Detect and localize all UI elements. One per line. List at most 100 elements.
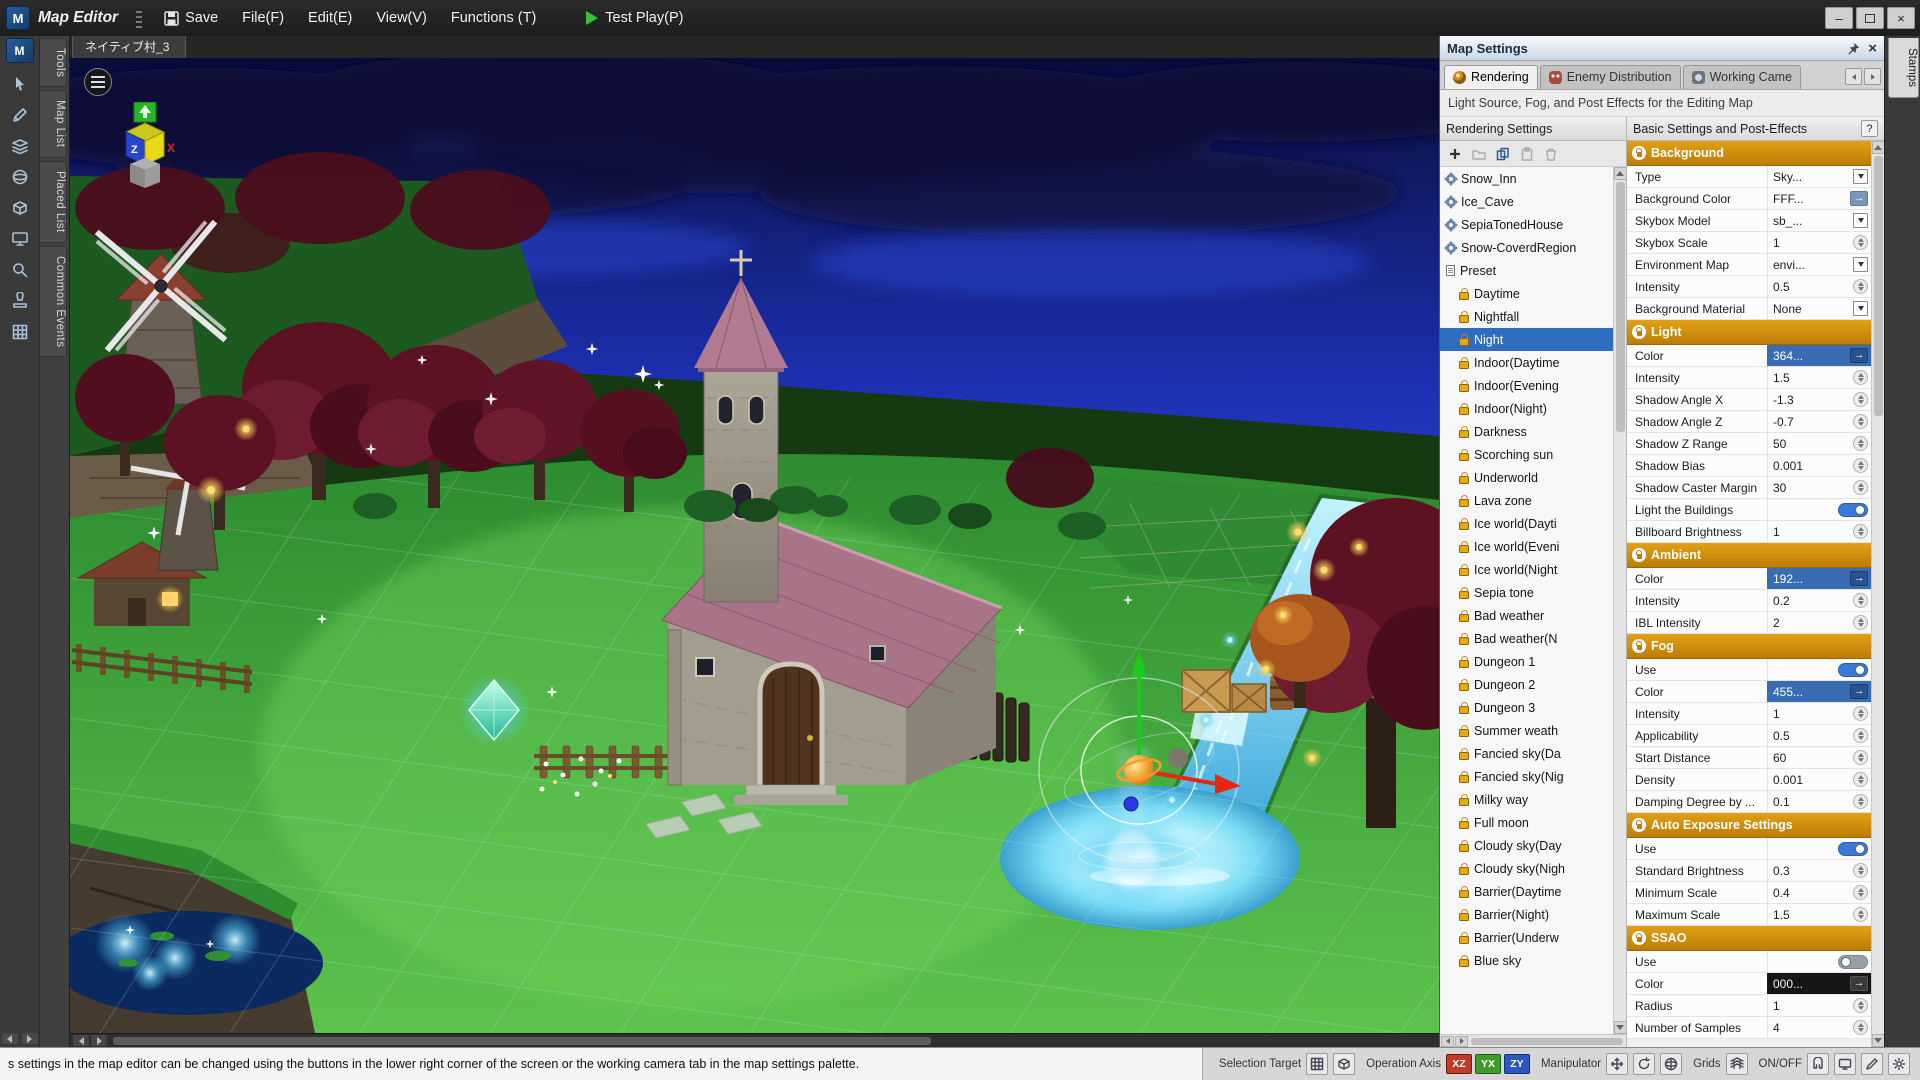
close-button[interactable]: × <box>1887 7 1915 29</box>
grid-row[interactable]: Type Sky... <box>1627 166 1871 188</box>
stepper-icon[interactable] <box>1853 1020 1868 1035</box>
property-value[interactable]: 0.5 <box>1767 276 1871 297</box>
list-item[interactable]: Ice world(Dayti <box>1440 512 1613 535</box>
color-picker-arrow-icon[interactable] <box>1850 571 1868 586</box>
color-picker-arrow-icon[interactable] <box>1850 976 1868 991</box>
toggle-switch[interactable] <box>1838 662 1868 677</box>
grid-row[interactable]: Intensity 0.2 <box>1627 590 1871 612</box>
list-item[interactable]: Daytime <box>1440 282 1613 305</box>
dropdown-icon[interactable] <box>1853 213 1868 228</box>
stepper-icon[interactable] <box>1853 615 1868 630</box>
grid-row[interactable]: Damping Degree by ... 0.1 <box>1627 791 1871 813</box>
property-value[interactable] <box>1767 499 1871 520</box>
property-value[interactable]: 0.3 <box>1767 860 1871 881</box>
grid-row[interactable]: Background <box>1627 141 1871 166</box>
paint-icon[interactable] <box>1861 1053 1883 1075</box>
side-tab[interactable]: Map List <box>40 90 67 158</box>
list-item[interactable]: Dungeon 2 <box>1440 673 1613 696</box>
layers-tool-icon[interactable] <box>4 131 36 160</box>
stepper-icon[interactable] <box>1853 728 1868 743</box>
property-value[interactable]: 1 <box>1767 995 1871 1016</box>
side-tab[interactable]: Common Events <box>40 245 67 358</box>
list-item[interactable]: Preset <box>1440 259 1613 282</box>
viewport-hscrollbar[interactable] <box>70 1033 1439 1047</box>
list-item[interactable]: Snow_Inn <box>1440 167 1613 190</box>
dropdown-icon[interactable] <box>1853 169 1868 184</box>
stepper-icon[interactable] <box>1853 863 1868 878</box>
grid-tool-icon[interactable] <box>4 317 36 346</box>
grid-row[interactable]: Number of Samples 4 <box>1627 1017 1871 1039</box>
list-item[interactable]: Fancied sky(Da <box>1440 742 1613 765</box>
settings-icon[interactable] <box>1888 1053 1910 1075</box>
scroll-right-icon[interactable] <box>91 1035 107 1046</box>
zoom-tool-icon[interactable] <box>4 255 36 284</box>
list-item[interactable]: Darkness <box>1440 420 1613 443</box>
stepper-icon[interactable] <box>1853 750 1868 765</box>
list-hscrollbar[interactable] <box>1440 1034 1626 1047</box>
axis-button[interactable]: XZ <box>1445 1054 1472 1074</box>
grid-row[interactable]: Shadow Angle Z -0.7 <box>1627 411 1871 433</box>
list-item[interactable]: Fancied sky(Nig <box>1440 765 1613 788</box>
pencil-tool-icon[interactable] <box>4 100 36 129</box>
list-item[interactable]: Barrier(Daytime <box>1440 880 1613 903</box>
side-tab[interactable]: Placed List <box>40 160 67 243</box>
scroll-thumb[interactable] <box>1873 156 1883 416</box>
property-value[interactable] <box>1767 838 1871 859</box>
list-item[interactable]: Cloudy sky(Day <box>1440 834 1613 857</box>
property-value[interactable]: sb_... <box>1767 210 1871 231</box>
grid-row[interactable]: Environment Map envi... <box>1627 254 1871 276</box>
scroll-up-icon[interactable] <box>1613 167 1627 180</box>
property-value[interactable]: 1.5 <box>1767 904 1871 925</box>
grid-row[interactable]: Billboard Brightness 1 <box>1627 521 1871 543</box>
menubar-item[interactable]: Edit(E) <box>296 0 364 36</box>
stepper-icon[interactable] <box>1853 885 1868 900</box>
property-value[interactable]: envi... <box>1767 254 1871 275</box>
scroll-left-icon[interactable] <box>73 1035 89 1046</box>
stamps-tab[interactable]: Stamps <box>1888 38 1919 98</box>
scroll-thumb[interactable] <box>1471 1037 1623 1045</box>
dropdown-icon[interactable] <box>1853 257 1868 272</box>
display-icon[interactable] <box>1834 1053 1856 1075</box>
save-button[interactable]: Save <box>152 0 230 36</box>
axis-button[interactable]: YX <box>1474 1054 1501 1074</box>
add-icon[interactable] <box>1444 144 1465 164</box>
toolbar-grip[interactable] <box>136 8 143 28</box>
scroll-down-icon[interactable] <box>1871 1034 1885 1047</box>
grid-row[interactable]: Applicability 0.5 <box>1627 725 1871 747</box>
grid-row[interactable]: Ambient <box>1627 543 1871 568</box>
property-value[interactable]: 0.1 <box>1767 791 1871 812</box>
minimize-button[interactable]: – <box>1825 7 1853 29</box>
property-value[interactable]: 4 <box>1767 1017 1871 1038</box>
scroll-left-icon[interactable] <box>1441 1035 1454 1047</box>
stepper-icon[interactable] <box>1853 706 1868 721</box>
list-item[interactable]: Indoor(Daytime <box>1440 351 1613 374</box>
list-item[interactable]: Barrier(Night) <box>1440 903 1613 926</box>
side-tab[interactable]: Tools <box>40 38 67 88</box>
menubar-item[interactable]: Functions (T) <box>439 0 548 36</box>
grid-row[interactable]: Shadow Bias 0.001 <box>1627 455 1871 477</box>
property-value[interactable] <box>1767 951 1871 972</box>
grid-row[interactable]: Color 192... <box>1627 568 1871 590</box>
property-value[interactable]: 30 <box>1767 477 1871 498</box>
list-item[interactable]: Scorching sun <box>1440 443 1613 466</box>
grid-row[interactable]: Background Material None <box>1627 298 1871 320</box>
list-item[interactable]: Snow-CoverdRegion <box>1440 236 1613 259</box>
dropdown-icon[interactable] <box>1853 301 1868 316</box>
rotate-icon[interactable] <box>1633 1053 1656 1075</box>
list-item[interactable]: Dungeon 1 <box>1440 650 1613 673</box>
stepper-icon[interactable] <box>1853 392 1868 407</box>
list-item[interactable]: Bad weather(N <box>1440 627 1613 650</box>
property-value[interactable]: 000... <box>1767 973 1871 994</box>
property-value[interactable]: 1 <box>1767 703 1871 724</box>
property-value[interactable] <box>1767 659 1871 680</box>
property-value[interactable]: None <box>1767 298 1871 319</box>
list-item[interactable]: Bad weather <box>1440 604 1613 627</box>
stepper-icon[interactable] <box>1853 998 1868 1013</box>
app-icon[interactable]: M <box>5 38 34 63</box>
property-value[interactable]: 0.001 <box>1767 455 1871 476</box>
property-value[interactable]: 455... <box>1767 681 1871 702</box>
delete-icon[interactable] <box>1540 144 1561 164</box>
grid-row[interactable]: Density 0.001 <box>1627 769 1871 791</box>
grid-row[interactable]: Use <box>1627 838 1871 860</box>
list-item[interactable]: Ice world(Eveni <box>1440 535 1613 558</box>
